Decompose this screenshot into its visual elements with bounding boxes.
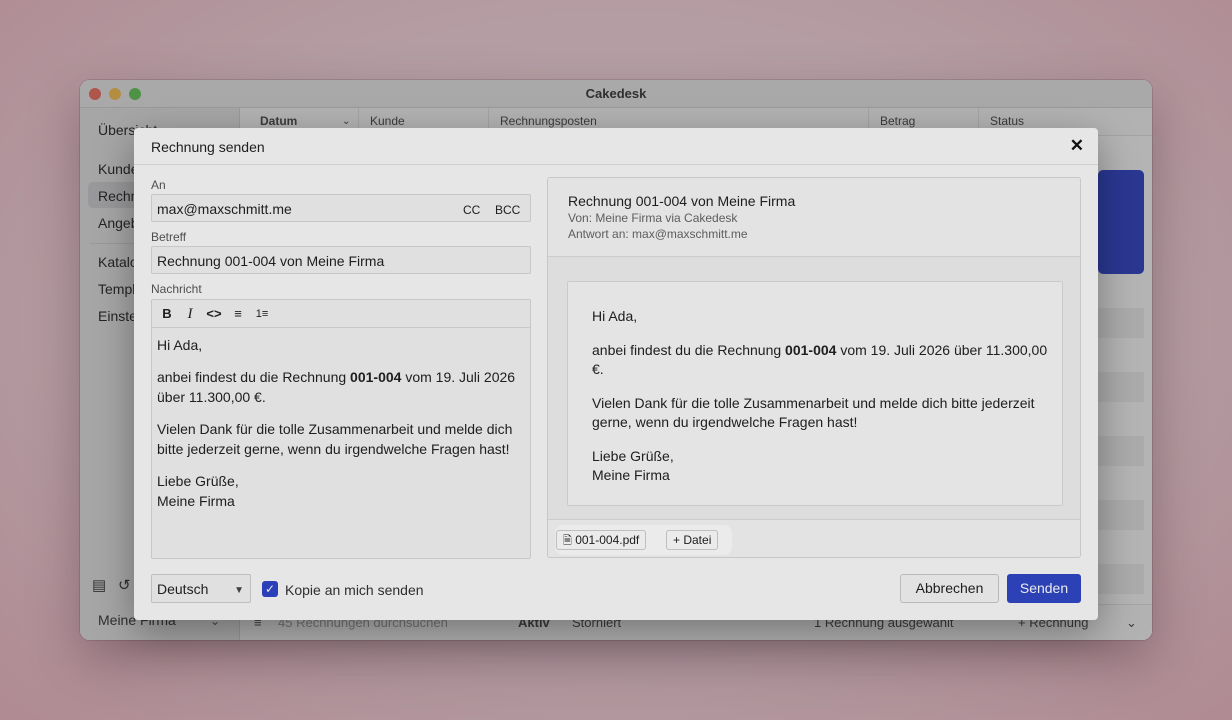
to-value: max@maxschmitt.me [157, 201, 292, 217]
window-titlebar: Cakedesk [80, 80, 1152, 108]
subject-field[interactable]: Rechnung 001-004 von Meine Firma [151, 246, 531, 274]
attachment-chip[interactable]: 🗎 001-004.pdf [556, 530, 647, 550]
to-field[interactable]: max@maxschmitt.me CC BCC [151, 194, 531, 222]
send-invoice-dialog: Rechnung senden ✕ An max@maxschmitt.me C… [134, 128, 1098, 620]
preview-closing: Liebe Grüße, [592, 448, 674, 464]
preview-greeting: Hi Ada, [592, 308, 638, 324]
message-greeting: Hi Ada, [157, 337, 203, 353]
code-icon[interactable]: <> [204, 304, 224, 324]
dialog-header: Rechnung senden ✕ [134, 128, 1098, 165]
bcc-button[interactable]: BCC [495, 202, 520, 218]
window-title: Cakedesk [585, 86, 647, 101]
preview-from: Von: Meine Firma via Cakedesk [568, 211, 738, 225]
invoice-number: 001-004 [350, 369, 402, 385]
table-row[interactable] [1098, 500, 1144, 530]
preview-invoice-number: 001-004 [785, 342, 837, 358]
preview-reply-to: Antwort an: max@maxschmitt.me [568, 227, 748, 241]
history-icon[interactable]: ↺ [118, 576, 131, 594]
cancel-button[interactable]: Abbrechen [900, 574, 999, 603]
message-label: Nachricht [151, 282, 202, 296]
subject-value: Rechnung 001-004 von Meine Firma [157, 253, 385, 269]
file-icon: 🗎 [563, 535, 572, 547]
close-window-button[interactable] [89, 88, 101, 100]
to-label: An [151, 178, 166, 192]
message-signature: Meine Firma [157, 493, 235, 509]
numbered-list-icon[interactable]: 1≡ [252, 304, 272, 324]
preview-signature: Meine Firma [592, 467, 670, 483]
column-amount[interactable]: Betrag [880, 114, 915, 128]
message-editor[interactable]: B I <> ≡ 1≡ Hi Ada, anbei findest du die… [151, 299, 531, 559]
bold-icon[interactable]: B [157, 304, 177, 324]
sort-chevron-icon: ⌄ [342, 116, 351, 127]
editor-toolbar: B I <> ≡ 1≡ [152, 300, 530, 328]
message-text: Hi Ada, anbei findest du die Rechnung 00… [157, 335, 529, 511]
message-closing: Liebe Grüße, [157, 473, 239, 489]
chevron-down-icon[interactable]: ⌄ [1126, 615, 1137, 631]
column-items[interactable]: Rechnungsposten [500, 114, 597, 128]
table-row[interactable] [1098, 372, 1144, 402]
attachment-filename: 001-004.pdf [575, 533, 640, 547]
message-text-part: anbei findest du die Rechnung [157, 369, 351, 385]
message-paragraph: Vielen Dank für die tolle Zusammenarbeit… [157, 421, 513, 457]
language-value: Deutsch [157, 581, 209, 597]
table-row[interactable] [1098, 564, 1144, 594]
send-button[interactable]: Senden [1007, 574, 1081, 603]
bullet-list-icon[interactable]: ≡ [228, 304, 248, 324]
feedback-icon[interactable]: ▤ [92, 576, 106, 594]
italic-icon[interactable]: I [180, 304, 200, 324]
preview-paragraph: anbei findest du die Rechnung 001-004 vo… [592, 341, 1052, 379]
subject-label: Betreff [151, 230, 187, 244]
chevron-down-icon: ▼ [234, 585, 244, 596]
add-file-button[interactable]: + Datei [666, 530, 719, 550]
table-row[interactable] [1098, 436, 1144, 466]
column-date[interactable]: Datum [260, 114, 297, 128]
minimize-window-button[interactable] [109, 88, 121, 100]
cc-button[interactable]: CC [463, 202, 480, 218]
zoom-window-button[interactable] [129, 88, 141, 100]
preview-paragraph: Vielen Dank für die tolle Zusammenarbeit… [592, 395, 1035, 430]
dialog-title: Rechnung senden [151, 139, 265, 155]
column-status[interactable]: Status [990, 114, 1024, 128]
preview-body-card: Hi Ada, anbei findest du die Rechnung 00… [567, 281, 1063, 506]
copy-to-me-label[interactable]: Kopie an mich senden [285, 582, 424, 598]
selected-row-highlight [1098, 170, 1144, 274]
table-row[interactable] [1098, 308, 1144, 338]
preview-subject: Rechnung 001-004 von Meine Firma [568, 193, 796, 209]
message-paragraph: anbei findest du die Rechnung 001-004 vo… [157, 367, 529, 407]
preview-text-part: anbei findest du die Rechnung [592, 342, 786, 358]
email-preview: Rechnung 001-004 von Meine Firma Von: Me… [547, 177, 1081, 558]
preview-body: Hi Ada, anbei findest du die Rechnung 00… [592, 307, 1052, 485]
close-icon[interactable]: ✕ [1070, 136, 1084, 156]
language-select[interactable]: Deutsch ▼ [151, 574, 251, 603]
column-customer[interactable]: Kunde [370, 114, 405, 128]
preview-header: Rechnung 001-004 von Meine Firma Von: Me… [548, 178, 1080, 257]
copy-to-me-checkbox[interactable]: ✓ [262, 581, 278, 597]
